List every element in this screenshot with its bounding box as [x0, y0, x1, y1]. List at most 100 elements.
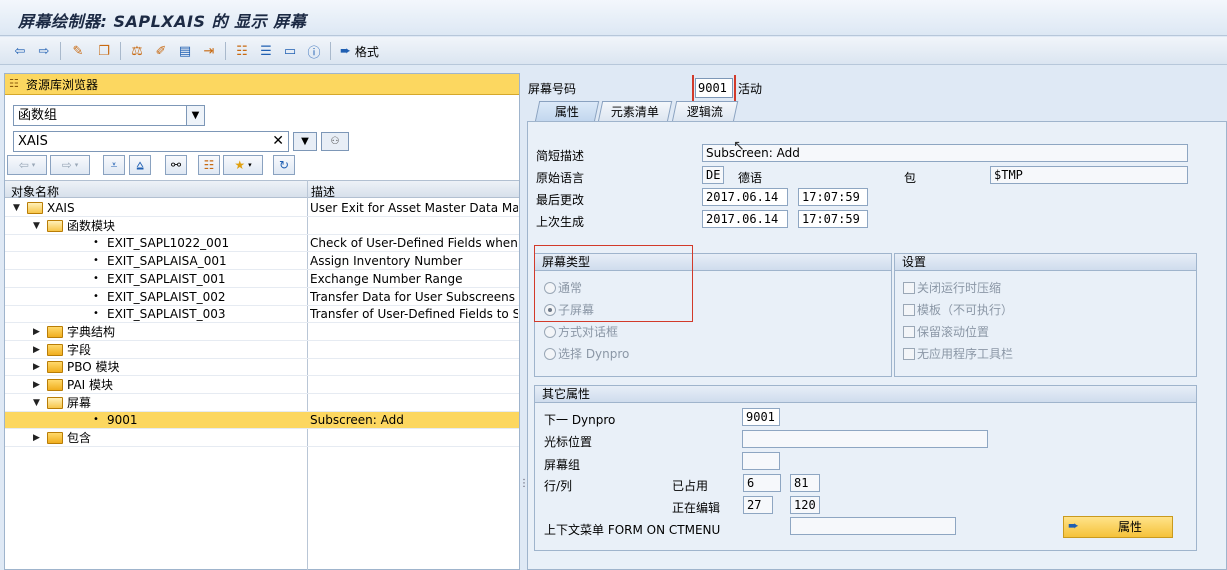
row-divider: [5, 340, 519, 341]
hierarchy-button[interactable]: ☷: [198, 155, 220, 175]
repository-browser-header: ☷ 资源库浏览器: [5, 74, 519, 95]
tab-flow-logic[interactable]: 逻辑流: [671, 101, 739, 122]
activate-icon[interactable]: ✐: [151, 41, 171, 61]
object-name-input[interactable]: XAIS ✕: [13, 131, 289, 152]
tree-folder-row[interactable]: ▶ 字典结构: [5, 324, 519, 341]
folder-open-icon: [47, 397, 63, 409]
radio-circle: [544, 347, 556, 360]
tree-folder-row[interactable]: ▼ 屏幕: [5, 395, 519, 412]
tree-folder-row[interactable]: ▶ PAI 模块: [5, 377, 519, 394]
row-divider: [5, 428, 519, 429]
collapse-arrow-icon[interactable]: ▼: [13, 200, 20, 216]
collapse-arrow-icon[interactable]: ▼: [33, 218, 40, 234]
nav-back-button[interactable]: ⇦ ▾: [7, 155, 47, 175]
context-menu-field[interactable]: [790, 517, 956, 535]
row-divider: [5, 446, 519, 447]
short-desc-label: 简短描述: [536, 149, 585, 163]
expand-all-button[interactable]: ⩡: [103, 155, 125, 175]
test-icon[interactable]: ▤: [175, 41, 195, 61]
last-generated-time-field[interactable]: 17:07:59: [798, 210, 868, 228]
expand-arrow-icon[interactable]: ▶: [33, 430, 40, 446]
column-header-desc: 描述: [311, 185, 336, 199]
favorites-button[interactable]: ★ ▾: [223, 155, 263, 175]
editing-cols-field[interactable]: 120: [790, 496, 820, 514]
forward-icon[interactable]: ⇨: [34, 41, 54, 61]
display-change-icon[interactable]: ✎: [68, 41, 88, 61]
next-dynpro-field[interactable]: 9001: [742, 408, 780, 426]
tab-label: 属性: [554, 105, 579, 119]
element-list-icon[interactable]: ▭: [280, 41, 300, 61]
info-icon[interactable]: ⓘ: [304, 41, 324, 61]
tree-item-name: EXIT_SAPLAIST_003: [107, 307, 226, 321]
screen-group-field[interactable]: [742, 452, 780, 470]
checkbox-hold-scroll[interactable]: 保留滚动位置: [903, 323, 989, 340]
expand-arrow-icon[interactable]: ▶: [33, 377, 40, 393]
refresh-button[interactable]: ↻: [273, 155, 295, 175]
tree-folder-row[interactable]: ▶ 字段: [5, 342, 519, 359]
radio-selection-dynpro[interactable]: 选择 Dynpro: [544, 345, 629, 362]
tree-leaf-row[interactable]: • EXIT_SAPLAISA_001 Assign Inventory Numbe…: [5, 253, 519, 270]
package-field[interactable]: $TMP: [990, 166, 1188, 184]
collapse-arrow-icon[interactable]: ▼: [33, 395, 40, 411]
tree-leaf-row[interactable]: • EXIT_SAPLAIST_002 Transfer Data for User…: [5, 289, 519, 306]
tree-item-name: EXIT_SAPLAIST_002: [107, 290, 226, 304]
binoculars-button[interactable]: ⚯: [165, 155, 187, 175]
context-menu-label: 上下文菜单 FORM ON CTMENU: [544, 523, 721, 537]
chevron-down-icon[interactable]: ▼: [186, 106, 204, 125]
occupied-lines-field[interactable]: 6: [743, 474, 781, 492]
other-object-icon[interactable]: ❐: [94, 41, 114, 61]
tree-item-desc: Transfer Data for User Subscreens: [310, 290, 515, 304]
expand-arrow-icon[interactable]: ▶: [33, 324, 40, 340]
attributes-button[interactable]: ➨ 属性: [1063, 516, 1173, 538]
occupied-cols-field[interactable]: 81: [790, 474, 820, 492]
checkbox-box: [903, 303, 915, 316]
binoculars-icon: ⚯: [170, 158, 182, 172]
tree-folder-row[interactable]: ▶ 包含: [5, 430, 519, 447]
last-changed-time-field[interactable]: 17:07:59: [798, 188, 868, 206]
checkbox-hold-compression[interactable]: 关闭运行时压缩: [903, 279, 1001, 296]
expand-icon: ⩡: [110, 157, 118, 172]
leaf-bullet-icon: •: [93, 237, 99, 248]
check-icon[interactable]: ⚖: [127, 41, 147, 61]
editing-lines-field[interactable]: 27: [743, 496, 773, 514]
object-name-dropdown[interactable]: ▼: [293, 132, 317, 151]
display-glasses-icon[interactable]: ⚇: [321, 132, 349, 151]
back-icon[interactable]: ⇦: [10, 41, 30, 61]
collapse-all-button[interactable]: ⩠: [129, 155, 151, 175]
tree-folder-row[interactable]: ▶ PBO 模块: [5, 359, 519, 376]
other-attributes-title: 其它属性: [535, 386, 1196, 403]
nav-forward-button[interactable]: ⇨ ▾: [50, 155, 90, 175]
short-desc-field[interactable]: Subscreen: Add: [702, 144, 1188, 162]
last-generated-date-field[interactable]: 2017.06.14: [702, 210, 788, 228]
format-button[interactable]: ➨ 格式: [340, 42, 379, 60]
checkbox-box: [903, 325, 915, 338]
last-changed-date-field[interactable]: 2017.06.14: [702, 188, 788, 206]
tree-folder-row[interactable]: ▼ XAIS User Exit for Asset Master Data Mai…: [5, 200, 519, 217]
tree-leaf-row[interactable]: • EXIT_SAPLAIST_003 Transfer of User-Defin…: [5, 306, 519, 323]
cursor-pos-field[interactable]: [742, 430, 988, 448]
editing-label: 正在编辑: [672, 501, 721, 515]
tree-item-name: 字段: [67, 343, 92, 357]
radio-modal-dialog[interactable]: 方式对话框: [544, 323, 618, 340]
row-divider: [5, 216, 519, 217]
layout-icon[interactable]: ☰: [256, 41, 276, 61]
tree-leaf-row[interactable]: • EXIT_SAPLAIST_001 Exchange Number Range: [5, 271, 519, 288]
tab-element-list[interactable]: 元素清单: [597, 101, 673, 122]
radio-label: 方式对话框: [558, 325, 619, 339]
object-type-select[interactable]: 函数组 ▼: [13, 105, 205, 126]
checkbox-template[interactable]: 模板（不可执行）: [903, 301, 1013, 318]
expand-arrow-icon[interactable]: ▶: [33, 342, 40, 358]
expand-arrow-icon[interactable]: ▶: [33, 359, 40, 375]
tree-folder-row[interactable]: ▼ 函数模块: [5, 218, 519, 235]
clear-icon[interactable]: ✕: [272, 132, 284, 151]
tree-item-desc: Assign Inventory Number: [310, 254, 463, 268]
checkbox-no-toolbar[interactable]: 无应用程序工具栏: [903, 345, 1013, 362]
format-label: 格式: [354, 44, 379, 59]
tree-leaf-row[interactable]: • EXIT_SAPL1022_001 Check of User-Defined …: [5, 235, 519, 252]
tab-attributes[interactable]: 属性: [534, 101, 600, 122]
hierarchy-icon[interactable]: ☷: [232, 41, 252, 61]
where-used-icon[interactable]: ⇥: [199, 41, 219, 61]
orig-lang-code-field[interactable]: DE: [702, 166, 724, 184]
dropdown-icon: ▾: [31, 161, 36, 169]
tree-leaf-row[interactable]: • 9001 Subscreen: Add: [5, 412, 519, 429]
